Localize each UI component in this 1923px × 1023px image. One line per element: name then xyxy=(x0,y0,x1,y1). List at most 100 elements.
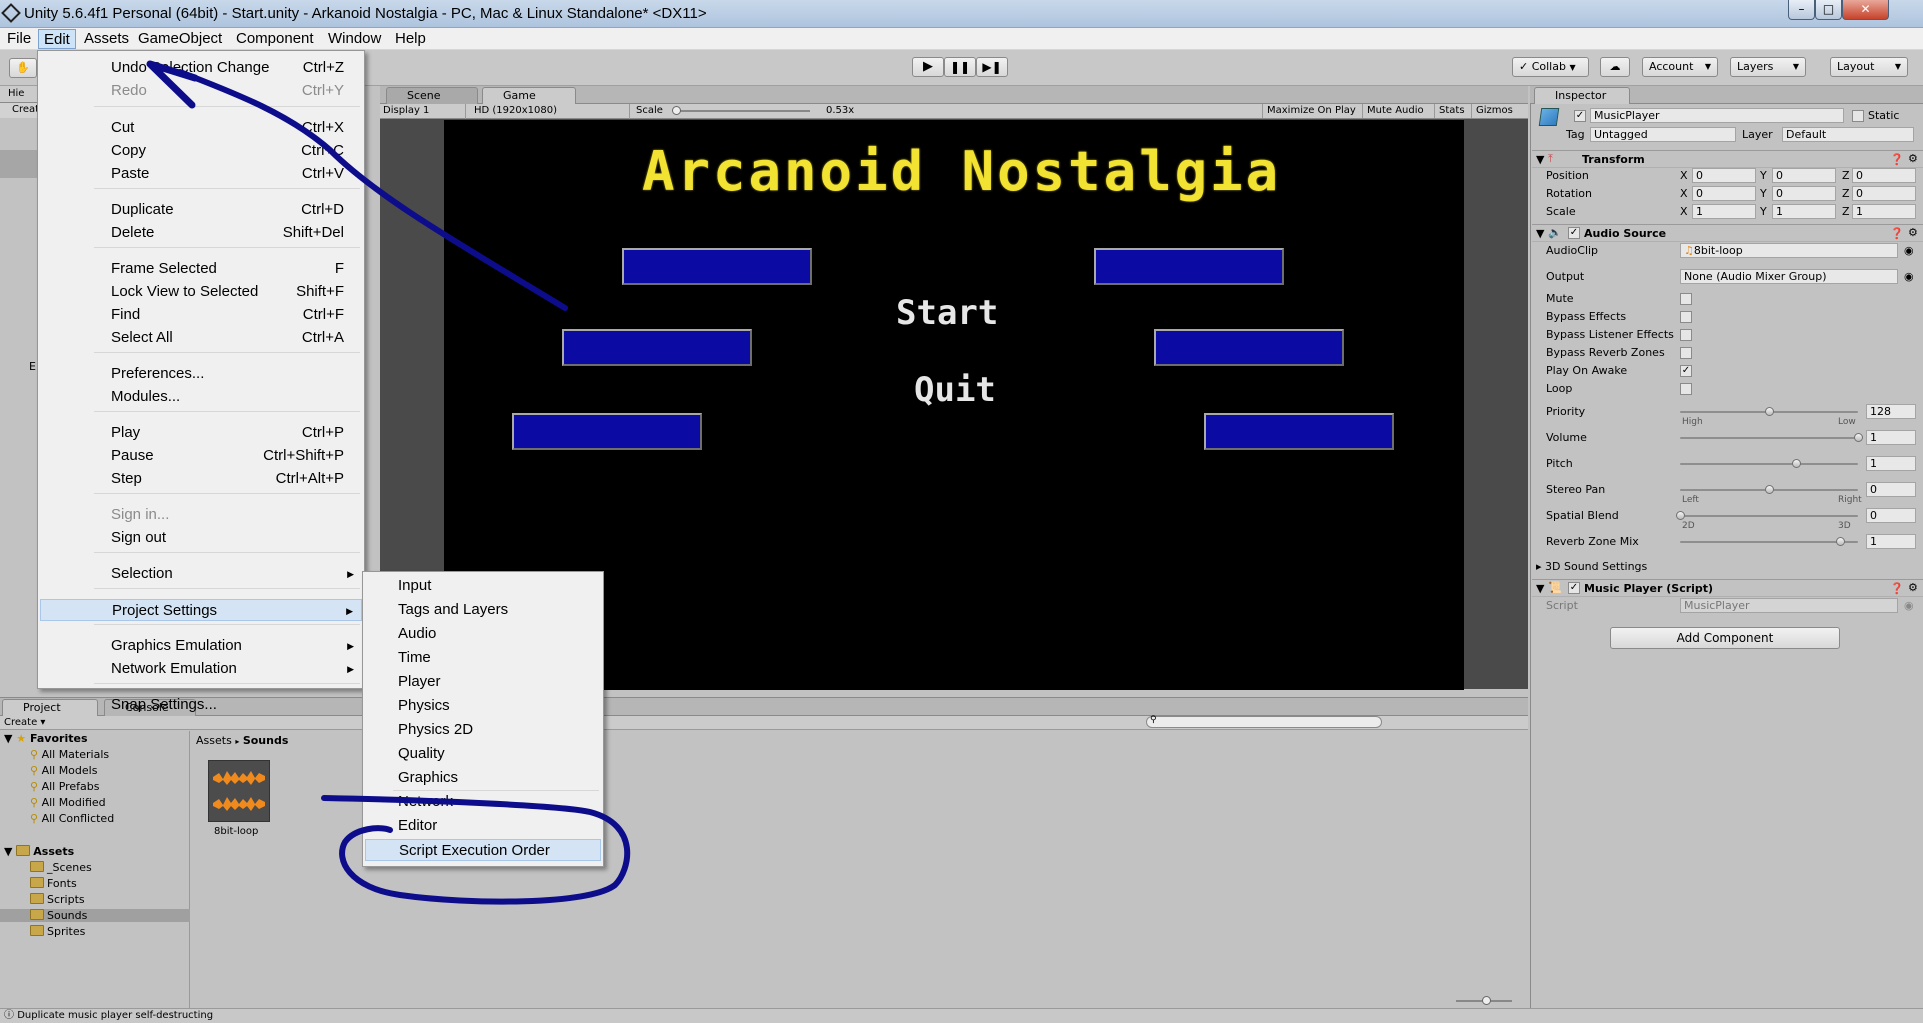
edit-menu-item[interactable]: Lock View to Selected Shift+F xyxy=(40,281,362,303)
menu-window[interactable]: Window xyxy=(323,29,386,49)
edit-menu-item[interactable]: Delete Shift+Del xyxy=(40,222,362,244)
asset-folder[interactable]: Sprites xyxy=(30,925,85,938)
audio-option-checkbox[interactable] xyxy=(1680,329,1692,341)
project-settings-item[interactable]: Network xyxy=(365,791,601,813)
help-icon[interactable]: ❓ xyxy=(1890,582,1904,595)
audio-source-header[interactable]: ▼ 🔈 ✓ Audio Source ❓ ⚙ xyxy=(1532,224,1923,242)
slider-value-field[interactable]: 1 xyxy=(1866,534,1916,549)
transform-header[interactable]: ▼ ⤒ Transform ❓ ⚙ xyxy=(1532,150,1923,168)
audio-slider-knob[interactable] xyxy=(1854,433,1863,442)
audio-option-checkbox[interactable] xyxy=(1680,383,1692,395)
scale-z[interactable]: 1 xyxy=(1852,204,1916,219)
scale-slider[interactable] xyxy=(674,110,810,112)
project-settings-item[interactable]: Physics xyxy=(365,695,601,717)
audio-option-checkbox[interactable] xyxy=(1680,311,1692,323)
display-dropdown[interactable]: Display 1 xyxy=(380,104,466,119)
project-settings-item[interactable]: Tags and Layers xyxy=(365,599,601,621)
audio-slider-track[interactable] xyxy=(1680,515,1858,517)
close-button[interactable]: ✕ xyxy=(1842,0,1889,20)
scale-y[interactable]: 1 xyxy=(1772,204,1836,219)
project-settings-item[interactable]: Time xyxy=(365,647,601,669)
audio-source-enabled-checkbox[interactable]: ✓ xyxy=(1568,227,1580,239)
account-dropdown[interactable]: Account ▼ xyxy=(1642,57,1718,77)
audio-slider-knob[interactable] xyxy=(1765,407,1774,416)
edit-menu-item[interactable]: Sign out xyxy=(40,527,362,549)
project-settings-item[interactable]: Player xyxy=(365,671,601,693)
gizmos-dropdown[interactable]: Gizmos xyxy=(1471,104,1517,118)
static-checkbox[interactable] xyxy=(1852,110,1864,122)
music-player-script-header[interactable]: ▼ 📜 ✓ Music Player (Script) ❓ ⚙ xyxy=(1532,579,1923,597)
slider-value-field[interactable]: 0 xyxy=(1866,508,1916,523)
edit-menu-item[interactable]: Project Settings ▶ xyxy=(40,599,362,621)
edit-menu-item[interactable]: Cut Ctrl+X xyxy=(40,117,362,139)
slider-value-field[interactable]: 1 xyxy=(1866,456,1916,471)
edit-menu-item[interactable]: Selection ▶ xyxy=(40,563,362,585)
favorite-item[interactable]: ⚲ All Models xyxy=(30,764,97,777)
asset-folder[interactable]: _Scenes xyxy=(30,861,92,874)
menu-component[interactable]: Component xyxy=(231,29,319,49)
slider-value-field[interactable]: 1 xyxy=(1866,430,1916,445)
rotation-z[interactable]: 0 xyxy=(1852,186,1916,201)
gear-icon[interactable]: ⚙ xyxy=(1908,581,1918,594)
position-y[interactable]: 0 xyxy=(1772,168,1836,183)
project-settings-item[interactable]: Physics 2D xyxy=(365,719,601,741)
hierarchy-row-selected[interactable] xyxy=(0,150,38,178)
edit-menu-item[interactable]: Find Ctrl+F xyxy=(40,304,362,326)
slider-value-field[interactable]: 0 xyxy=(1866,482,1916,497)
mute-audio-toggle[interactable]: Mute Audio xyxy=(1362,104,1428,118)
layer-dropdown[interactable]: Default xyxy=(1782,127,1914,142)
maximize-button[interactable]: □ xyxy=(1815,0,1842,20)
tab-inspector[interactable]: Inspector xyxy=(1534,87,1630,104)
quit-button[interactable]: Quit xyxy=(914,370,996,410)
collab-button[interactable]: ✓ Collab ▼ xyxy=(1512,57,1589,77)
step-button[interactable]: ▶❚ xyxy=(976,57,1008,77)
edit-menu-item[interactable]: Frame Selected F xyxy=(40,258,362,280)
layout-dropdown[interactable]: Layout ▼ xyxy=(1830,57,1908,77)
gear-icon[interactable]: ⚙ xyxy=(1908,152,1918,165)
edit-menu-item[interactable]: Copy Ctrl+C xyxy=(40,140,362,162)
edit-menu-item[interactable]: Snap Settings... xyxy=(40,694,362,716)
minimize-button[interactable]: – xyxy=(1788,0,1815,20)
audio-slider-knob[interactable] xyxy=(1792,459,1801,468)
pause-button[interactable]: ❚❚ xyxy=(944,57,976,77)
add-component-button[interactable]: Add Component xyxy=(1610,627,1840,649)
tab-scene[interactable]: Scene xyxy=(386,87,478,104)
menu-gameobject[interactable]: GameObject xyxy=(133,29,227,49)
start-button[interactable]: Start xyxy=(896,293,998,333)
output-field[interactable]: None (Audio Mixer Group) xyxy=(1680,269,1898,284)
asset-thumbnail-audio[interactable] xyxy=(208,760,270,822)
audio-option-checkbox[interactable] xyxy=(1680,293,1692,305)
scale-slider-knob[interactable] xyxy=(672,106,681,115)
project-settings-item[interactable]: Editor xyxy=(365,815,601,837)
tag-dropdown[interactable]: Untagged xyxy=(1590,127,1736,142)
project-settings-item[interactable]: Audio xyxy=(365,623,601,645)
script-enabled-checkbox[interactable]: ✓ xyxy=(1568,582,1580,594)
edit-menu-item[interactable]: Undo Selection Change Ctrl+Z xyxy=(40,57,362,79)
edit-menu-item[interactable]: Paste Ctrl+V xyxy=(40,163,362,185)
project-create-button[interactable]: Create ▾ xyxy=(4,716,45,729)
menu-file[interactable]: File xyxy=(2,29,36,49)
rotation-x[interactable]: 0 xyxy=(1692,186,1756,201)
object-picker-icon[interactable]: ◉ xyxy=(1904,270,1914,283)
slider-value-field[interactable]: 128 xyxy=(1866,404,1916,419)
object-name-field[interactable]: MusicPlayer xyxy=(1590,108,1844,123)
favorite-item[interactable]: ⚲ All Modified xyxy=(30,796,106,809)
asset-folder[interactable]: Scripts xyxy=(30,893,85,906)
menu-help[interactable]: Help xyxy=(390,29,431,49)
asset-folder[interactable]: Fonts xyxy=(30,877,77,890)
maximize-on-play-toggle[interactable]: Maximize On Play xyxy=(1262,104,1360,118)
project-settings-item[interactable]: Script Execution Order xyxy=(365,839,601,861)
zoom-slider-knob[interactable] xyxy=(1482,996,1491,1005)
object-picker-icon[interactable]: ◉ xyxy=(1904,244,1914,257)
favorite-item[interactable]: ⚲ All Materials xyxy=(30,748,109,761)
hand-tool-button[interactable]: ✋ xyxy=(9,58,37,78)
sound3d-foldout[interactable]: ▸ 3D Sound Settings xyxy=(1536,560,1647,573)
rotation-y[interactable]: 0 xyxy=(1772,186,1836,201)
asset-folder-selected[interactable]: Sounds xyxy=(0,909,190,922)
edit-menu-item[interactable]: Step Ctrl+Alt+P xyxy=(40,468,362,490)
assets-header[interactable]: ▼ Assets xyxy=(4,845,74,858)
help-icon[interactable]: ❓ xyxy=(1890,153,1904,166)
position-x[interactable]: 0 xyxy=(1692,168,1756,183)
audio-option-checkbox[interactable]: ✓ xyxy=(1680,365,1692,377)
edit-menu-item[interactable]: Preferences... xyxy=(40,363,362,385)
